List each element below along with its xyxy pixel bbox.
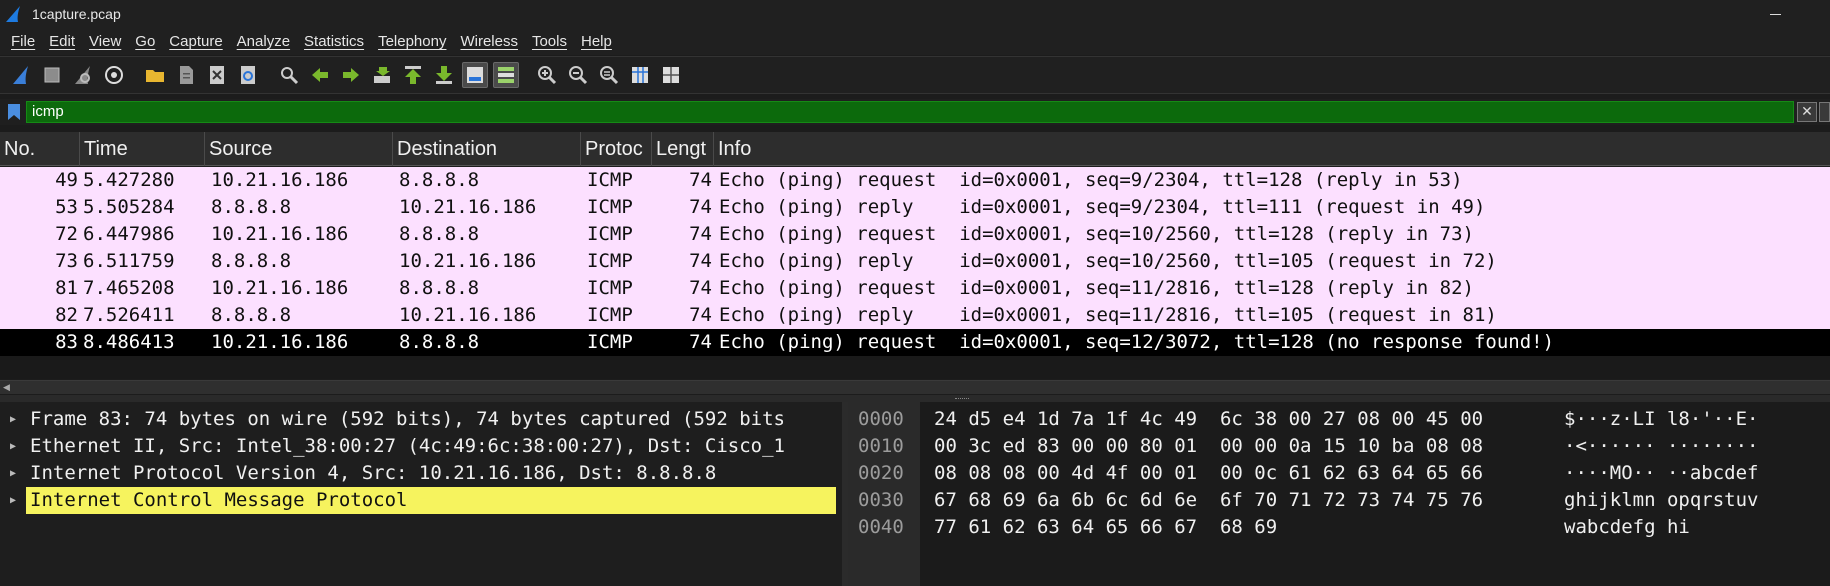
detail-icmp-selected[interactable]: ▶ Internet Control Message Protocol [0, 487, 842, 514]
go-to-packet-icon[interactable] [369, 62, 395, 88]
menu-wireless[interactable]: Wireless [453, 33, 525, 50]
packet-list: 49 5.427280 10.21.16.186 8.8.8.8 ICMP 74… [0, 167, 1830, 379]
go-back-icon[interactable] [307, 62, 333, 88]
start-capture-icon[interactable] [8, 62, 34, 88]
byte-ascii[interactable]: ·<······ ········ [1564, 433, 1758, 460]
packet-details-pane: ▶ Frame 83: 74 bytes on wire (592 bits),… [0, 402, 842, 586]
open-file-icon[interactable] [142, 62, 168, 88]
expand-arrow-icon[interactable]: ▶ [10, 460, 16, 487]
go-last-icon[interactable] [431, 62, 457, 88]
bookmark-icon[interactable] [7, 103, 21, 121]
byte-offset: 0010 [858, 435, 904, 457]
pane-splitter[interactable] [0, 395, 1830, 402]
restart-capture-icon[interactable] [70, 62, 96, 88]
packet-bytes-pane: 0000 24 d5 e4 1d 7a 1f 4c 49 6c 38 00 27… [848, 402, 1830, 586]
wireshark-app-icon [6, 6, 20, 22]
packet-list-scrollbar[interactable]: ◀ [0, 380, 1830, 394]
byte-hex[interactable]: 67 68 69 6a 6b 6c 6d 6e 6f 70 71 72 73 7… [934, 487, 1483, 514]
byte-ascii[interactable]: $···z·LI l8·'··E· [1564, 406, 1758, 433]
capture-options-icon[interactable] [101, 62, 127, 88]
byte-offset: 0000 [858, 408, 904, 430]
menu-help[interactable]: Help [574, 33, 619, 50]
column-no[interactable]: No. [0, 132, 80, 166]
detail-ethernet[interactable]: ▶ Ethernet II, Src: Intel_38:00:27 (4c:4… [0, 433, 842, 460]
go-first-icon[interactable] [400, 62, 426, 88]
packet-row[interactable]: 81 7.465208 10.21.16.186 8.8.8.8 ICMP 74… [0, 275, 1830, 302]
menu-analyze[interactable]: Analyze [230, 33, 297, 50]
byte-ascii[interactable]: wabcdefg hi [1564, 514, 1690, 541]
column-protocol[interactable]: Protoc [581, 132, 652, 166]
minimize-button[interactable] [1764, 4, 1786, 24]
packet-row[interactable]: 73 6.511759 8.8.8.8 10.21.16.186 ICMP 74… [0, 248, 1830, 275]
byte-offset: 0020 [858, 462, 904, 484]
column-source[interactable]: Source [205, 132, 393, 166]
column-length[interactable]: Lengt [652, 132, 714, 166]
window-title: 1capture.pcap [32, 6, 121, 22]
zoom-normal-icon[interactable] [596, 62, 622, 88]
packet-row[interactable]: 82 7.526411 8.8.8.8 10.21.16.186 ICMP 74… [0, 302, 1830, 329]
autoscroll-icon[interactable] [462, 62, 488, 88]
title-bar: 1capture.pcap [0, 0, 1830, 28]
colorize-icon[interactable] [493, 62, 519, 88]
byte-offset: 0040 [858, 516, 904, 538]
menu-view[interactable]: View [82, 33, 128, 50]
expand-arrow-icon[interactable]: ▶ [10, 406, 16, 433]
zoom-out-icon[interactable] [565, 62, 591, 88]
packet-row[interactable]: 49 5.427280 10.21.16.186 8.8.8.8 ICMP 74… [0, 167, 1830, 194]
stop-capture-icon[interactable] [39, 62, 65, 88]
menu-edit[interactable]: Edit [42, 33, 82, 50]
detail-frame[interactable]: ▶ Frame 83: 74 bytes on wire (592 bits),… [0, 406, 842, 433]
packet-row[interactable]: 53 5.505284 8.8.8.8 10.21.16.186 ICMP 74… [0, 194, 1830, 221]
resize-columns-icon[interactable] [627, 62, 653, 88]
go-forward-icon[interactable] [338, 62, 364, 88]
display-filter-bar: icmp ✕ [0, 99, 1830, 125]
packet-row-selected[interactable]: 83 8.486413 10.21.16.186 8.8.8.8 ICMP 74… [0, 329, 1830, 356]
close-file-icon[interactable] [204, 62, 230, 88]
column-info[interactable]: Info [714, 132, 1830, 166]
column-time[interactable]: Time [80, 132, 205, 166]
menu-go[interactable]: Go [128, 33, 162, 50]
main-toolbar [0, 56, 1830, 94]
clear-filter-icon[interactable]: ✕ [1797, 102, 1817, 122]
find-packet-icon[interactable] [276, 62, 302, 88]
menu-file[interactable]: File [4, 33, 42, 50]
menu-statistics[interactable]: Statistics [297, 33, 371, 50]
zoom-in-icon[interactable] [534, 62, 560, 88]
apply-filter-button[interactable] [1819, 102, 1830, 122]
menu-tools[interactable]: Tools [525, 33, 574, 50]
menu-bar: File Edit View Go Capture Analyze Statis… [0, 28, 1830, 55]
packet-row[interactable]: 72 6.447986 10.21.16.186 8.8.8.8 ICMP 74… [0, 221, 1830, 248]
detail-ipv4[interactable]: ▶ Internet Protocol Version 4, Src: 10.2… [0, 460, 842, 487]
reload-file-icon[interactable] [235, 62, 261, 88]
byte-hex[interactable]: 77 61 62 63 64 65 66 67 68 69 [934, 514, 1277, 541]
save-file-icon[interactable] [173, 62, 199, 88]
packet-list-header: No. Time Source Destination Protoc Lengt… [0, 132, 1830, 166]
byte-hex[interactable]: 08 08 08 00 4d 4f 00 01 00 0c 61 62 63 6… [934, 460, 1483, 487]
byte-hex[interactable]: 00 3c ed 83 00 00 80 01 00 00 0a 15 10 b… [934, 433, 1483, 460]
byte-ascii[interactable]: ····MO·· ··abcdef [1564, 460, 1758, 487]
menu-capture[interactable]: Capture [162, 33, 229, 50]
display-filter-input[interactable]: icmp [26, 101, 1794, 123]
byte-ascii[interactable]: ghijklmn opqrstuv [1564, 487, 1758, 514]
layout-icon[interactable] [658, 62, 684, 88]
expand-arrow-icon[interactable]: ▶ [10, 487, 16, 514]
byte-offset: 0030 [858, 489, 904, 511]
byte-hex[interactable]: 24 d5 e4 1d 7a 1f 4c 49 6c 38 00 27 08 0… [934, 406, 1483, 433]
menu-telephony[interactable]: Telephony [371, 33, 453, 50]
column-destination[interactable]: Destination [393, 132, 581, 166]
expand-arrow-icon[interactable]: ▶ [10, 433, 16, 460]
scroll-left-icon[interactable]: ◀ [3, 383, 10, 393]
